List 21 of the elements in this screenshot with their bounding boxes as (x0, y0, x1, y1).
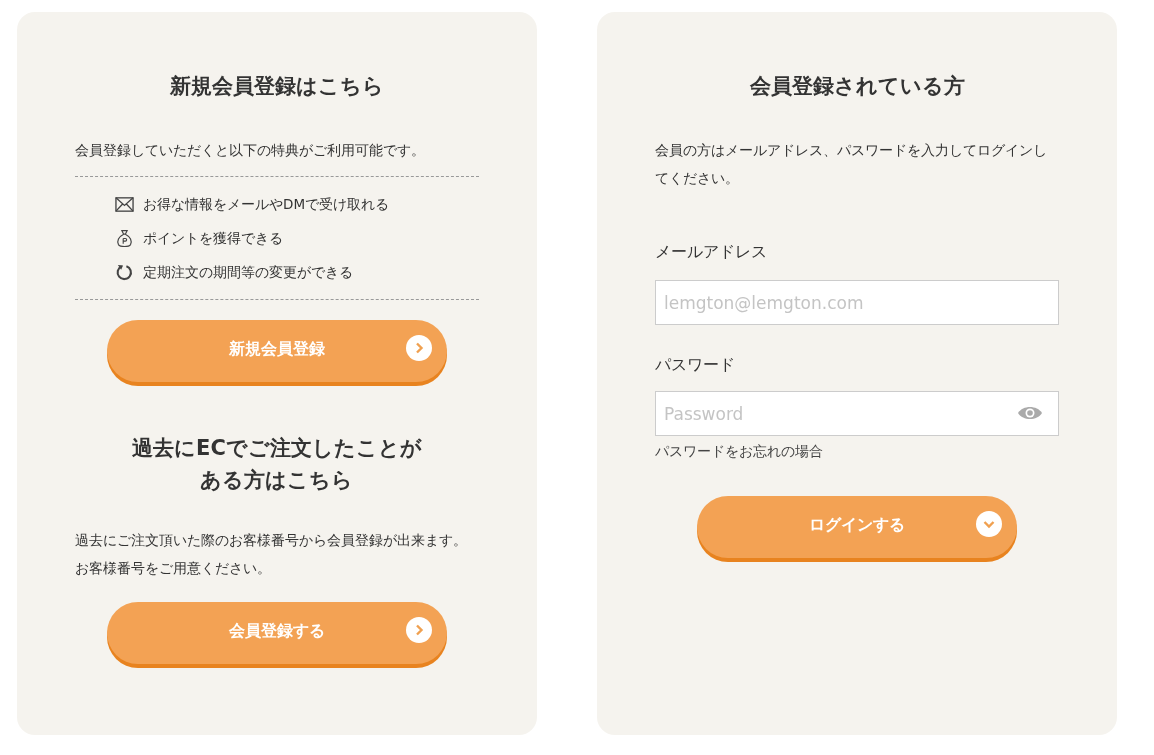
chevron-right-icon (406, 335, 432, 361)
password-field[interactable]: Password (655, 391, 1059, 436)
description: 会員登録していただくと以下の特典がご利用可能です。 (75, 141, 426, 160)
section-title: 過去にECでご注文したことが ある方はこちら (132, 435, 422, 494)
benefit-text: 定期注文の期間等の変更ができる (143, 263, 353, 282)
section-title: 会員登録されている方 (749, 73, 965, 100)
section-title: 新規会員登録はこちら (170, 73, 384, 100)
chevron-right-icon (406, 617, 432, 643)
refresh-icon (115, 262, 134, 282)
benefit-text: ポイントを獲得できる (143, 229, 283, 248)
benefit-text: お得な情報をメールやDMで受け取れる (143, 195, 390, 214)
field-label: パスワード (655, 354, 736, 376)
envelope-icon (115, 194, 134, 214)
money-bag-icon (115, 228, 134, 248)
forgot-password-link[interactable]: パスワードをお忘れの場合 (655, 440, 1059, 462)
eye-icon[interactable] (1017, 405, 1043, 421)
email-field[interactable]: lemgton@lemgton.com (655, 280, 1059, 325)
chevron-down-icon (976, 511, 1002, 537)
description: 過去にご注文頂いた際のお客様番号から会員登録が出来ます。お客様番号をご用意ください。 (75, 531, 468, 578)
field-label: メールアドレス (655, 241, 768, 263)
description: 会員の方はメールアドレス、パスワードを入力してログインしてください。 (655, 141, 1048, 188)
